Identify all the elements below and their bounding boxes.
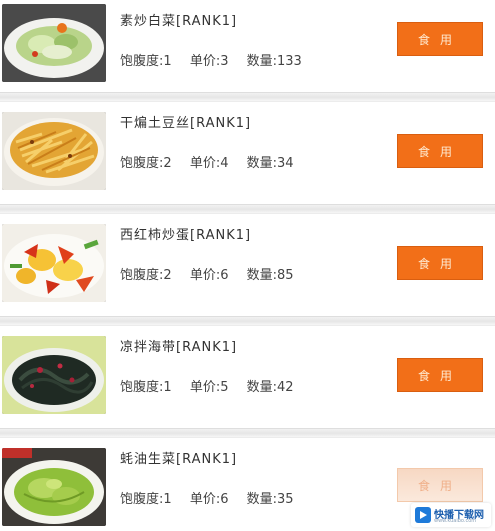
list-item: 凉拌海带[RANK1] 饱腹度:1 单价:5 数量:42 食用	[0, 326, 495, 432]
dish-stats: 饱腹度:1 单价:5 数量:42	[120, 376, 308, 395]
list-item: 干煸土豆丝[RANK1] 饱腹度:2 单价:4 数量:34 食用	[0, 102, 495, 208]
divider	[0, 316, 495, 326]
dish-image	[2, 448, 106, 526]
divider	[0, 204, 495, 214]
price-stat: 单价:5	[189, 380, 229, 395]
quantity-stat: 数量:133	[246, 54, 302, 69]
divider	[0, 92, 495, 102]
dish-stats: 饱腹度:1 单价:3 数量:133	[120, 50, 316, 69]
dish-title: 凉拌海带[RANK1]	[120, 340, 238, 355]
price-stat: 单价:6	[189, 492, 229, 507]
dish-image	[2, 224, 106, 302]
quantity-stat: 数量:42	[246, 380, 294, 395]
dish-image	[2, 112, 106, 190]
eat-button[interactable]: 食用	[397, 246, 483, 280]
divider	[0, 428, 495, 438]
watermark-subtitle: www.kuaibo.com	[434, 518, 477, 524]
eat-button[interactable]: 食用	[397, 134, 483, 168]
dish-list: 素炒白菜[RANK1] 饱腹度:1 单价:3 数量:133 食用 干煸土豆丝[R…	[0, 0, 495, 531]
eat-button[interactable]: 食用	[397, 358, 483, 392]
satiety-stat: 饱腹度:1	[120, 492, 172, 507]
dish-title: 干煸土豆丝[RANK1]	[120, 116, 252, 131]
satiety-stat: 饱腹度:1	[120, 54, 172, 69]
dish-title: 西红柿炒蛋[RANK1]	[120, 228, 252, 243]
watermark: 快播下载网 www.kuaibo.com	[411, 503, 491, 527]
dish-stats: 饱腹度:2 单价:6 数量:85	[120, 264, 308, 283]
watermark-logo-icon	[415, 507, 431, 523]
quantity-stat: 数量:85	[246, 268, 294, 283]
list-item: 西红柿炒蛋[RANK1] 饱腹度:2 单价:6 数量:85 食用	[0, 214, 495, 320]
quantity-stat: 数量:34	[246, 156, 294, 171]
eat-button[interactable]: 食用	[397, 468, 483, 502]
dish-title: 蚝油生菜[RANK1]	[120, 452, 238, 467]
eat-button[interactable]: 食用	[397, 22, 483, 56]
dish-image	[2, 336, 106, 414]
satiety-stat: 饱腹度:2	[120, 156, 172, 171]
list-item: 素炒白菜[RANK1] 饱腹度:1 单价:3 数量:133 食用	[0, 0, 495, 106]
satiety-stat: 饱腹度:2	[120, 268, 172, 283]
price-stat: 单价:4	[189, 156, 229, 171]
dish-title: 素炒白菜[RANK1]	[120, 14, 238, 29]
dish-stats: 饱腹度:2 单价:4 数量:34	[120, 152, 308, 171]
dish-image	[2, 4, 106, 82]
price-stat: 单价:6	[189, 268, 229, 283]
price-stat: 单价:3	[189, 54, 229, 69]
quantity-stat: 数量:35	[246, 492, 294, 507]
dish-stats: 饱腹度:1 单价:6 数量:35	[120, 488, 308, 507]
satiety-stat: 饱腹度:1	[120, 380, 172, 395]
